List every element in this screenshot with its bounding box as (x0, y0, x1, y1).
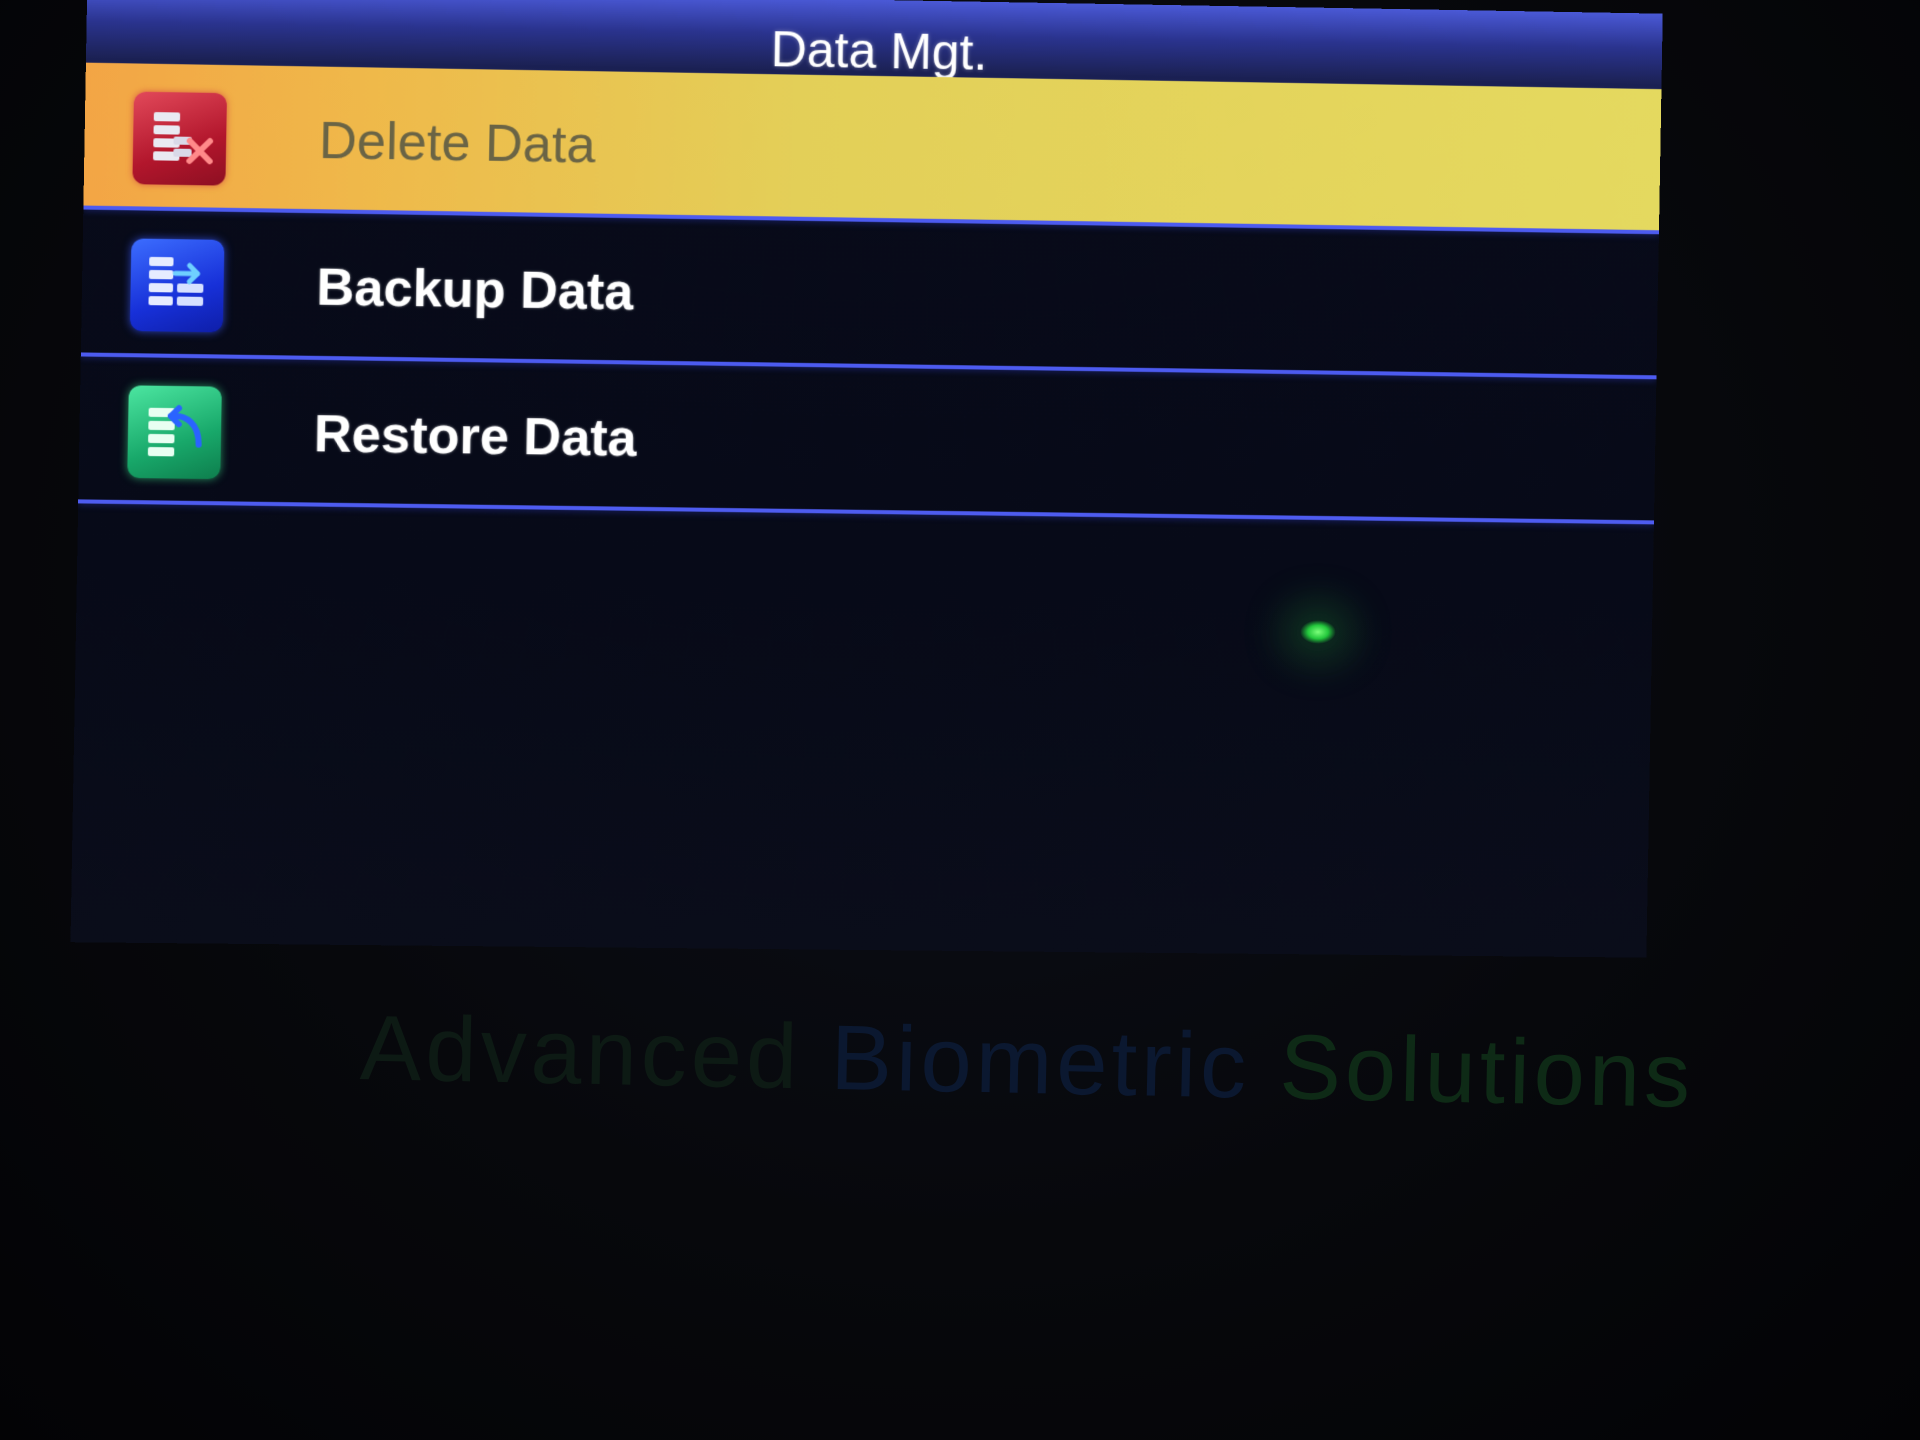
menu-item-delete-data[interactable]: Delete Data (83, 63, 1661, 235)
database-backup-icon (130, 238, 225, 332)
brand-word: Biometric (830, 1007, 1251, 1118)
lcd-screen: Data Mgt. Delete Data Backup Data Restor… (70, 0, 1662, 958)
database-restore-icon (127, 385, 222, 479)
brand-word: Solutions (1279, 1016, 1696, 1127)
menu-item-label: Restore Data (313, 404, 637, 469)
menu-item-label: Delete Data (319, 111, 596, 176)
device-frame: Data Mgt. Delete Data Backup Data Restor… (0, 0, 1920, 1440)
menu-list: Delete Data Backup Data Restore Data (78, 63, 1661, 525)
menu-item-backup-data[interactable]: Backup Data (81, 210, 1659, 380)
menu-item-label: Backup Data (316, 257, 634, 322)
device-brand-text: Advanced Biometric Solutions (359, 996, 1695, 1129)
menu-item-restore-data[interactable]: Restore Data (78, 356, 1656, 524)
database-delete-icon (132, 92, 227, 186)
brand-word: Advanced (359, 997, 802, 1108)
status-led-icon (1300, 620, 1336, 644)
